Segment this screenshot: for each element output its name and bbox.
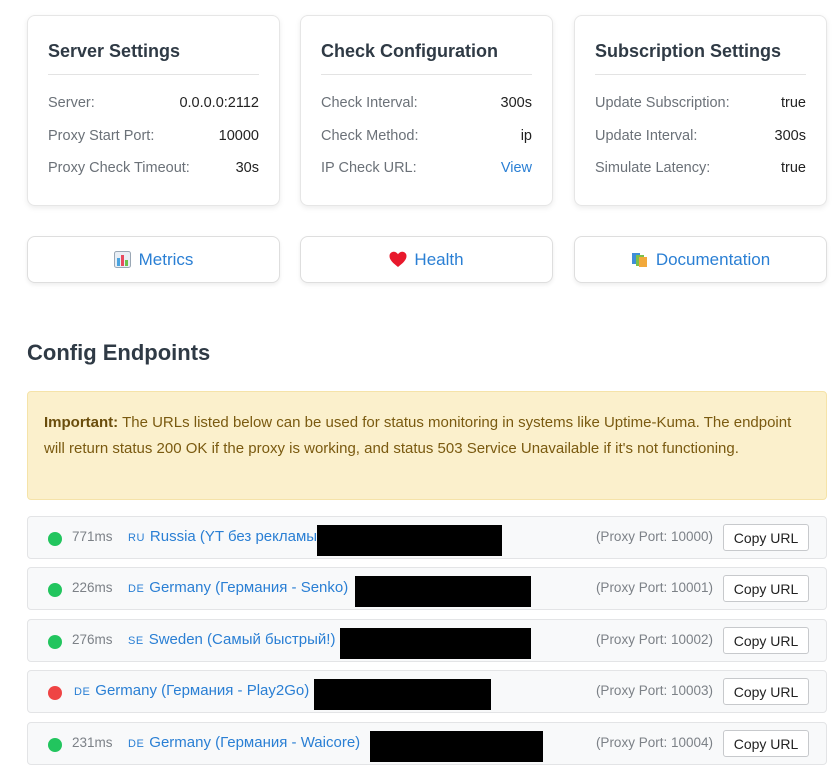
redaction-block — [340, 628, 531, 659]
setting-row: Proxy Check Timeout: 30s — [48, 152, 259, 185]
endpoint-row: DE Germany (Германия - Play2Go) (Proxy Po… — [27, 670, 827, 713]
flag-code: DE — [128, 583, 145, 595]
health-label: Health — [414, 249, 464, 269]
documentation-label: Documentation — [655, 249, 771, 269]
setting-value: 30s — [235, 160, 259, 177]
subscription-settings-card: Subscription Settings Update Subscriptio… — [574, 15, 827, 206]
notice-bold-label: Important: — [44, 414, 119, 431]
endpoint-name: Germany (Германия - Play2Go) — [95, 682, 310, 699]
setting-row: Server: 0.0.0.0:2112 — [48, 87, 259, 120]
setting-label: Simulate Latency: — [595, 160, 711, 177]
latency: 231ms — [72, 735, 113, 750]
status-dot-icon — [48, 532, 62, 546]
setting-row: Update Interval: 300s — [595, 120, 806, 153]
setting-value: true — [781, 160, 806, 177]
books-icon — [631, 251, 648, 268]
copy-url-button[interactable]: Copy URL — [723, 524, 809, 551]
notice-text: The URLs listed below can be used for st… — [44, 414, 792, 457]
documentation-button[interactable]: Documentation — [574, 236, 827, 283]
copy-url-button[interactable]: Copy URL — [723, 730, 809, 757]
setting-label: Server: — [48, 95, 95, 112]
flag-code: RU — [128, 532, 145, 544]
redaction-block — [370, 731, 543, 762]
copy-url-button[interactable]: Copy URL — [723, 575, 809, 602]
proxy-port: (Proxy Port: 10000) — [595, 529, 713, 544]
important-notice: Important: The URLs listed below can be … — [27, 391, 827, 500]
setting-label: Check Interval: — [321, 95, 418, 112]
endpoint-row: 276ms SE Sweden (Самый быстрый!) (Proxy P… — [27, 619, 827, 662]
card-title: Subscription Settings — [595, 41, 806, 75]
card-title: Check Configuration — [321, 41, 532, 75]
latency: 276ms — [72, 632, 113, 647]
endpoint-link[interactable]: DE Germany (Германия - Senko) — [128, 579, 348, 596]
latency: 226ms — [72, 580, 113, 595]
setting-row: Check Interval: 300s — [321, 87, 532, 120]
redaction-block — [355, 576, 531, 607]
setting-row: IP Check URL: View — [321, 152, 532, 185]
flag-code: DE — [74, 686, 91, 698]
flag-code: SE — [128, 635, 144, 647]
endpoint-name: Germany (Германия - Waicore) — [149, 734, 361, 751]
proxy-port: (Proxy Port: 10003) — [595, 683, 713, 698]
metrics-button[interactable]: Metrics — [27, 236, 280, 283]
endpoint-link[interactable]: DE Germany (Германия - Play2Go) — [74, 682, 309, 699]
endpoint-link[interactable]: RU Russia (YT без рекламы — [128, 528, 317, 545]
setting-label: Update Interval: — [595, 127, 698, 144]
endpoint-link[interactable]: DE Germany (Германия - Waicore) — [128, 734, 360, 751]
proxy-port: (Proxy Port: 10004) — [595, 735, 713, 750]
setting-value: ip — [520, 127, 532, 144]
card-title: Server Settings — [48, 41, 259, 75]
setting-label: Proxy Start Port: — [48, 127, 155, 144]
check-configuration-card: Check Configuration Check Interval: 300s … — [300, 15, 553, 206]
redaction-block — [317, 525, 502, 556]
heart-icon — [389, 251, 407, 268]
status-dot-icon — [48, 686, 62, 700]
setting-row: Proxy Start Port: 10000 — [48, 120, 259, 153]
endpoint-name: Sweden (Самый быстрый!) — [148, 631, 336, 648]
bar-chart-icon — [113, 251, 131, 268]
endpoint-row: 771ms RU Russia (YT без рекламы (Proxy Po… — [27, 516, 827, 559]
setting-value: 10000 — [218, 127, 259, 144]
status-dot-icon — [48, 583, 62, 597]
setting-value: 300s — [500, 95, 532, 112]
setting-label: Proxy Check Timeout: — [48, 160, 190, 177]
copy-url-button[interactable]: Copy URL — [723, 627, 809, 654]
setting-label: IP Check URL: — [321, 160, 417, 177]
endpoint-name: Germany (Германия - Senko) — [149, 579, 349, 596]
setting-value: true — [781, 95, 806, 112]
copy-url-button[interactable]: Copy URL — [723, 678, 809, 705]
setting-value: 0.0.0.0:2112 — [179, 95, 259, 112]
endpoint-name: Russia (YT без рекламы — [149, 528, 318, 545]
metrics-label: Metrics — [138, 249, 194, 269]
proxy-port: (Proxy Port: 10001) — [595, 580, 713, 595]
ip-check-url-link[interactable]: View — [501, 160, 532, 176]
endpoint-row: 231ms DE Germany (Германия - Waicore) (Pr… — [27, 722, 827, 765]
latency: 771ms — [72, 529, 113, 544]
section-title: Config Endpoints — [27, 340, 211, 365]
status-dot-icon — [48, 635, 62, 649]
redaction-block — [314, 679, 491, 710]
setting-row: Check Method: ip — [321, 120, 532, 153]
health-button[interactable]: Health — [300, 236, 553, 283]
proxy-port: (Proxy Port: 10002) — [595, 632, 713, 647]
endpoint-link[interactable]: SE Sweden (Самый быстрый!) — [128, 631, 335, 648]
endpoint-row: 226ms DE Germany (Германия - Senko) (Prox… — [27, 567, 827, 610]
flag-code: DE — [128, 738, 145, 750]
setting-label: Check Method: — [321, 127, 419, 144]
status-dot-icon — [48, 738, 62, 752]
setting-row: Update Subscription: true — [595, 87, 806, 120]
setting-row: Simulate Latency: true — [595, 152, 806, 185]
setting-label: Update Subscription: — [595, 95, 730, 112]
server-settings-card: Server Settings Server: 0.0.0.0:2112 Prox… — [27, 15, 280, 206]
setting-value: 300s — [774, 127, 806, 144]
